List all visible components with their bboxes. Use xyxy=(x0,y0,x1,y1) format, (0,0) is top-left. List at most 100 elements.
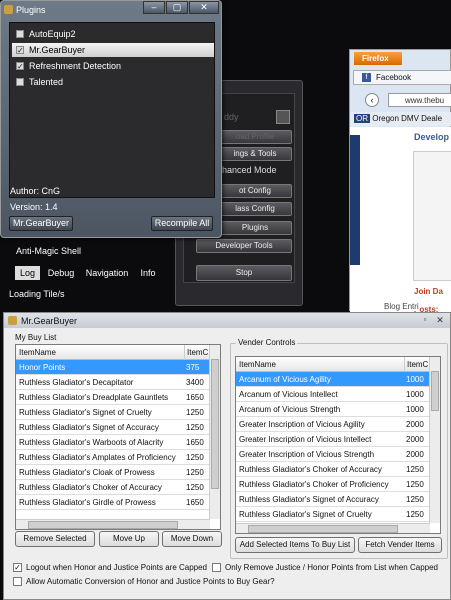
log-tabs: Log Debug Navigation Info xyxy=(13,266,173,281)
item-cost-cell: 1250 xyxy=(186,423,204,432)
bot-toggle[interactable] xyxy=(276,110,290,124)
col-item-cost[interactable]: ItemC xyxy=(184,345,208,360)
avatar-image xyxy=(413,151,451,281)
logout-checkbox[interactable]: ✓ xyxy=(13,563,22,572)
table-row[interactable]: Greater Inscription of Vicious Intellect… xyxy=(236,432,430,447)
table-row[interactable]: Arcanum of Vicious Agility 1000 xyxy=(236,372,430,387)
tab-info[interactable]: Info xyxy=(135,266,161,280)
horizontal-scrollbar[interactable] xyxy=(236,523,430,533)
buy-list-grid[interactable]: ItemName ItemC Honor Points 375 Ruthless G… xyxy=(15,344,221,530)
table-row[interactable]: Arcanum of Vicious Strength 1000 xyxy=(236,402,430,417)
table-row[interactable]: Ruthless Gladiator's Signet of Accuracy 1… xyxy=(16,420,210,435)
plugin-list: AutoEquip2 ✓ Mr.GearBuyer ✓ Refreshment De… xyxy=(9,22,215,198)
bookmark-item[interactable]: Oregon DMV Deale xyxy=(372,114,442,123)
checkbox[interactable] xyxy=(16,30,24,38)
plugin-item[interactable]: ✓ Refreshment Detection xyxy=(12,59,214,73)
scroll-thumb[interactable] xyxy=(248,525,398,533)
firefox-window: Firefox f Facebook ‹ www.thebu OR Oregon… xyxy=(349,49,451,314)
browser-tab[interactable]: f Facebook xyxy=(353,70,451,85)
version-label: Version: 1.4 xyxy=(10,202,58,212)
back-icon[interactable]: ‹ xyxy=(365,93,379,107)
item-name-cell: Arcanum of Vicious Strength xyxy=(239,405,341,414)
table-row[interactable]: Ruthless Gladiator's Signet of Accuracy 1… xyxy=(236,492,430,507)
checkbox[interactable]: ✓ xyxy=(16,46,24,55)
table-row[interactable]: Greater Inscription of Vicious Agility 20… xyxy=(236,417,430,432)
anti-magic-label: Anti-Magic Shell xyxy=(16,246,82,256)
table-row[interactable]: Ruthless Gladiator's Dreadplate Gauntlet… xyxy=(16,390,210,405)
table-row[interactable]: Ruthless Gladiator's Choker of Proficien… xyxy=(236,477,430,492)
settings-tools-button[interactable]: ings & Tools xyxy=(218,147,292,161)
scroll-thumb[interactable] xyxy=(431,371,439,411)
col-item-name[interactable]: ItemName xyxy=(239,357,276,372)
horizontal-scrollbar[interactable] xyxy=(16,519,210,529)
remove-capped-checkbox[interactable] xyxy=(212,563,221,572)
tab-debug[interactable]: Debug xyxy=(44,266,78,280)
item-name-cell: Ruthless Gladiator's Choker of Accuracy xyxy=(19,483,162,492)
close-icon[interactable]: ✕ xyxy=(189,1,219,14)
maximize-icon[interactable]: ▢ xyxy=(166,1,188,14)
table-row[interactable]: Honor Points 375 xyxy=(16,360,210,375)
plugin-label: Mr.GearBuyer xyxy=(29,45,86,55)
move-up-button[interactable]: Move Up xyxy=(99,531,159,547)
remove-capped-label: Only Remove Justice / Honor Points from … xyxy=(225,563,438,572)
table-row[interactable]: Ruthless Gladiator's Cloak of Prowess 125… xyxy=(16,465,210,480)
plugin-item[interactable]: Talented xyxy=(12,75,214,89)
vertical-scrollbar[interactable] xyxy=(429,357,440,523)
tab-navigation[interactable]: Navigation xyxy=(82,266,132,280)
table-row[interactable]: Ruthless Gladiator's Girdle of Prowess 16… xyxy=(16,495,210,510)
table-row[interactable]: Greater Inscription of Vicious Strength 2… xyxy=(236,447,430,462)
recompile-all-button[interactable]: Recompile All xyxy=(151,216,213,231)
table-row[interactable]: Ruthless Gladiator's Amplates of Profici… xyxy=(16,450,210,465)
fetch-vender-button[interactable]: Fetch Vender Items xyxy=(358,537,442,553)
gearbuyer-title: Mr.GearBuyer xyxy=(21,316,78,326)
grid-header: ItemName ItemC xyxy=(16,345,210,360)
bot-config-button[interactable]: ot Config xyxy=(218,184,292,198)
plugins-window: Plugins – ▢ ✕ AutoEquip2 ✓ Mr.GearBuyer ✓… xyxy=(0,0,222,238)
item-cost-cell: 3400 xyxy=(186,378,204,387)
remove-selected-button[interactable]: Remove Selected xyxy=(15,531,95,547)
checkbox[interactable]: ✓ xyxy=(16,62,24,71)
close-icon[interactable]: ✕ xyxy=(434,315,446,325)
minimize-icon[interactable]: – xyxy=(143,1,165,14)
add-selected-button[interactable]: Add Selected Items To Buy List xyxy=(235,537,355,553)
load-profile-button[interactable]: oad Profile xyxy=(218,130,292,144)
table-row[interactable]: Ruthless Gladiator's Choker of Accuracy 1… xyxy=(16,480,210,495)
bot-top-label: ddy xyxy=(224,112,239,122)
table-row[interactable]: Ruthless Gladiator's Signet of Cruelty 12… xyxy=(16,405,210,420)
plugin-item[interactable]: ✓ Mr.GearBuyer xyxy=(12,43,214,57)
move-down-button[interactable]: Move Down xyxy=(162,531,222,547)
table-row[interactable]: Ruthless Gladiator's Signet of Cruelty 12… xyxy=(236,507,430,522)
item-cost-cell: 1250 xyxy=(186,408,204,417)
item-cost-cell: 2000 xyxy=(406,420,424,429)
item-cost-cell: 1650 xyxy=(186,498,204,507)
col-item-name[interactable]: ItemName xyxy=(19,345,56,360)
grid-header: ItemName ItemC xyxy=(236,357,430,372)
table-row[interactable]: Arcanum of Vicious Intellect 1000 xyxy=(236,387,430,402)
table-row[interactable]: Ruthless Gladiator's Decapitator 3400 xyxy=(16,375,210,390)
scroll-thumb[interactable] xyxy=(211,359,219,489)
firefox-menu-button[interactable]: Firefox xyxy=(354,52,402,65)
item-name-cell: Greater Inscription of Vicious Strength xyxy=(239,450,375,459)
vender-grid[interactable]: ItemName ItemC Arcanum of Vicious Agilit… xyxy=(235,356,441,534)
class-config-button[interactable]: lass Config xyxy=(218,202,292,216)
item-cost-cell: 1250 xyxy=(406,480,424,489)
stop-button[interactable]: Stop xyxy=(196,265,292,281)
checkbox[interactable] xyxy=(16,78,24,86)
developer-tools-button[interactable]: Developer Tools xyxy=(196,239,292,253)
plugins-button[interactable]: Plugins xyxy=(218,221,292,235)
table-row[interactable]: Ruthless Gladiator's Choker of Accuracy 1… xyxy=(236,462,430,477)
vertical-scrollbar[interactable] xyxy=(209,345,220,519)
item-name-cell: Ruthless Gladiator's Girdle of Prowess xyxy=(19,498,156,507)
table-row[interactable]: Ruthless Gladiator's Warboots of Alacrit… xyxy=(16,435,210,450)
col-item-cost[interactable]: ItemC xyxy=(404,357,428,372)
url-bar[interactable]: www.thebu xyxy=(388,93,451,107)
plugin-settings-button[interactable]: Mr.GearBuyer xyxy=(9,216,73,231)
plugin-item[interactable]: AutoEquip2 xyxy=(12,27,214,41)
vender-label: Vender Controls xyxy=(236,338,298,347)
item-name-cell: Arcanum of Vicious Intellect xyxy=(239,390,338,399)
tab-log[interactable]: Log xyxy=(15,266,40,280)
scroll-thumb[interactable] xyxy=(28,521,178,529)
restore-icon[interactable]: ▫ xyxy=(420,315,430,325)
convert-checkbox[interactable] xyxy=(13,577,22,586)
join-link[interactable]: Join Da xyxy=(414,287,443,296)
